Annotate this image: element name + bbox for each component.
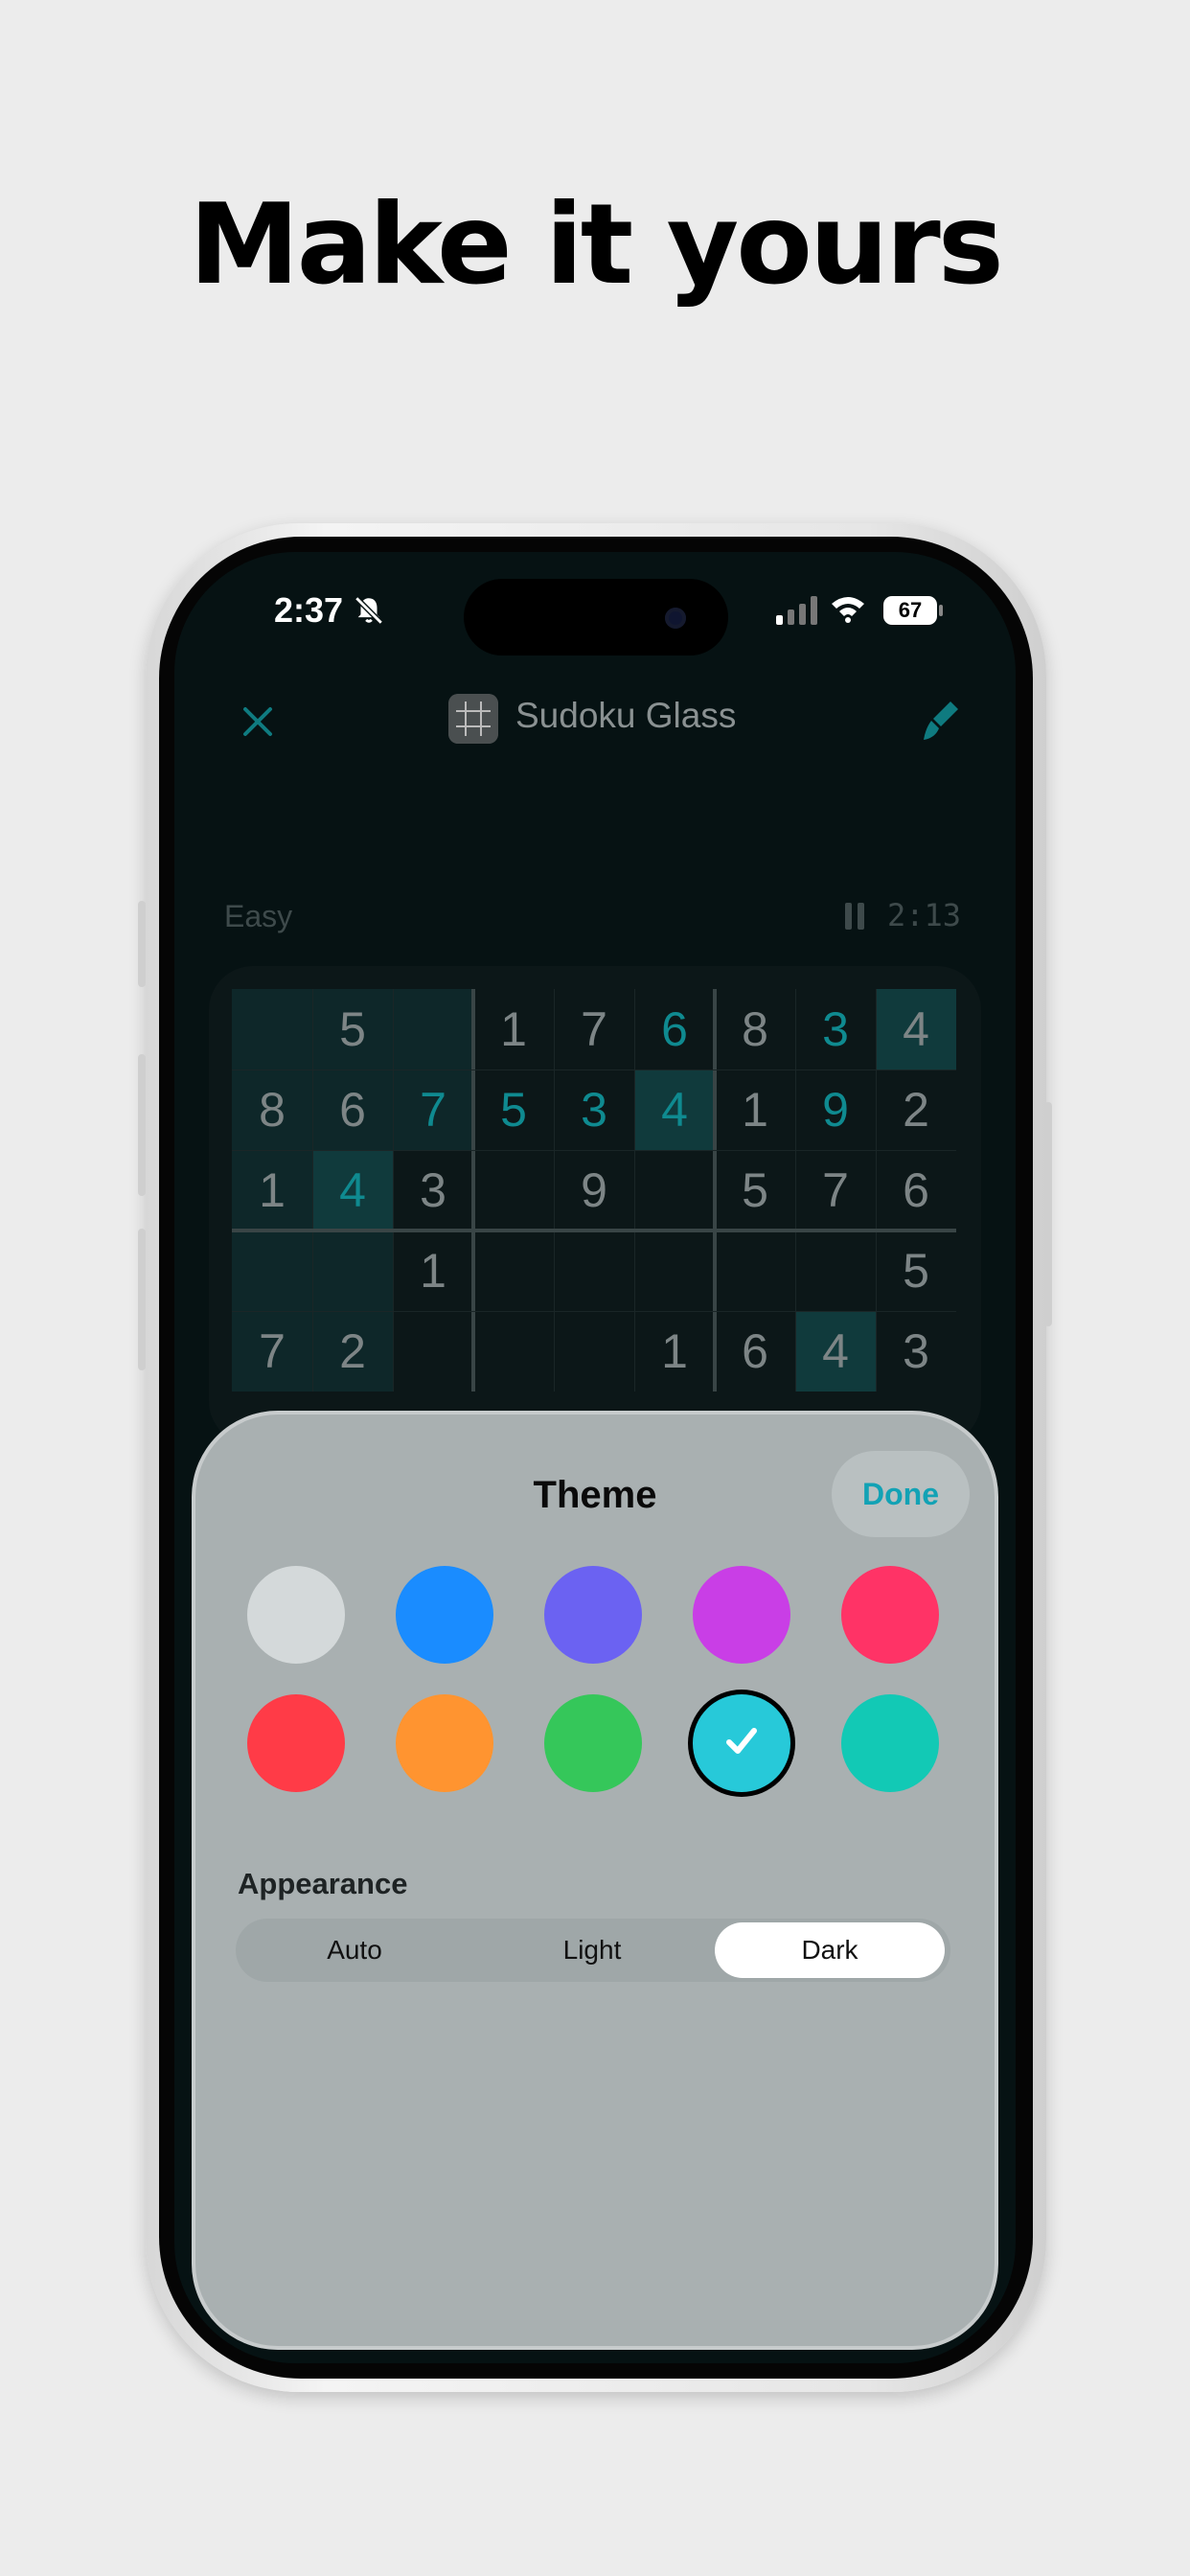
paintbrush-icon[interactable] (912, 694, 966, 748)
wifi-icon (832, 597, 864, 623)
volume-down-button (138, 1229, 146, 1370)
appearance-option-auto[interactable]: Auto (240, 1922, 469, 1978)
status-time: 2:37 (274, 590, 344, 630)
grid-cell[interactable]: 1 (715, 1070, 795, 1150)
grid-cell[interactable]: 1 (473, 989, 554, 1070)
grid-cell[interactable] (473, 1230, 554, 1311)
grid-line (554, 989, 555, 1392)
difficulty-label: Easy (224, 899, 293, 933)
grid-cell[interactable]: 5 (876, 1230, 956, 1311)
grid-line (232, 1150, 956, 1151)
grid-cell[interactable]: 7 (554, 989, 634, 1070)
grid-cell[interactable]: 3 (554, 1070, 634, 1150)
volume-up-button (138, 1054, 146, 1196)
grid-cell[interactable]: 5 (715, 1150, 795, 1230)
power-button (1044, 1102, 1052, 1326)
grid-cell[interactable]: 3 (876, 1311, 956, 1392)
grid-cell[interactable]: 9 (554, 1150, 634, 1230)
sudoku-grid-icon (448, 694, 498, 744)
grid-cell[interactable]: 6 (876, 1150, 956, 1230)
theme-color-swatch[interactable] (396, 1694, 493, 1792)
grid-cell[interactable]: 1 (634, 1311, 715, 1392)
theme-color-swatch[interactable] (544, 1566, 642, 1664)
grid-cell[interactable]: 4 (795, 1311, 876, 1392)
grid-cell[interactable]: 7 (393, 1070, 473, 1150)
grid-cell[interactable]: 3 (393, 1150, 473, 1230)
bell-slash-icon (355, 596, 383, 625)
grid-cell[interactable] (393, 989, 473, 1070)
grid-line (232, 1311, 956, 1312)
grid-cell[interactable]: 2 (876, 1070, 956, 1150)
grid-cell[interactable]: 3 (795, 989, 876, 1070)
grid-cell[interactable]: 1 (232, 1150, 312, 1230)
theme-color-swatch[interactable] (544, 1694, 642, 1792)
app-title: Sudoku Glass (515, 696, 737, 735)
theme-color-swatch[interactable] (396, 1566, 493, 1664)
sudoku-grid[interactable]: 5176834867534192143957615721643 (232, 989, 956, 1392)
grid-line (795, 989, 796, 1392)
checkmark-icon (726, 1728, 757, 1754)
grid-cell[interactable]: 4 (634, 1070, 715, 1150)
grid-cell[interactable]: 9 (795, 1070, 876, 1150)
grid-cell[interactable]: 6 (312, 1070, 393, 1150)
grid-cell[interactable]: 7 (795, 1150, 876, 1230)
grid-cell[interactable] (634, 1230, 715, 1311)
grid-cell[interactable]: 7 (232, 1311, 312, 1392)
battery-icon: 67 (883, 596, 937, 625)
done-button[interactable]: Done (832, 1451, 970, 1537)
theme-color-swatch[interactable] (693, 1566, 790, 1664)
grid-cell[interactable]: 8 (232, 1070, 312, 1150)
theme-color-swatch[interactable] (693, 1694, 790, 1792)
action-button (138, 901, 146, 987)
grid-line (312, 989, 313, 1392)
grid-cell[interactable] (715, 1230, 795, 1311)
grid-cell[interactable]: 4 (876, 989, 956, 1070)
grid-line (471, 989, 475, 1392)
theme-color-swatch[interactable] (841, 1566, 939, 1664)
grid-cell[interactable] (554, 1230, 634, 1311)
grid-cell[interactable] (312, 1230, 393, 1311)
grid-cell[interactable] (393, 1311, 473, 1392)
headline: Make it yours (189, 180, 1004, 310)
grid-cell[interactable] (232, 989, 312, 1070)
grid-line (634, 989, 635, 1392)
grid-line (232, 1229, 956, 1232)
grid-line (713, 989, 717, 1392)
grid-cell[interactable] (634, 1150, 715, 1230)
battery-nub (939, 605, 943, 616)
dynamic-island (464, 579, 728, 656)
grid-cell[interactable]: 1 (393, 1230, 473, 1311)
grid-cell[interactable]: 2 (312, 1311, 393, 1392)
signal-icon (776, 596, 817, 625)
theme-color-swatch[interactable] (841, 1694, 939, 1792)
theme-color-swatch[interactable] (247, 1566, 345, 1664)
theme-sheet: Theme Done Appearance Auto Light Dark (192, 1411, 998, 2350)
grid-cell[interactable]: 5 (473, 1070, 554, 1150)
phone-screen: 2:37 67 Sudoku Glass Easy 2:13 5 1 7 6 8… (174, 552, 1016, 2363)
grid-cell[interactable]: 6 (715, 1311, 795, 1392)
grid-cell[interactable]: 8 (715, 989, 795, 1070)
grid-cell[interactable]: 6 (634, 989, 715, 1070)
appearance-option-light[interactable]: Light (477, 1922, 707, 1978)
pause-icon[interactable] (845, 903, 866, 930)
theme-color-swatch[interactable] (247, 1694, 345, 1792)
grid-cell[interactable]: 5 (312, 989, 393, 1070)
grid-cell[interactable] (473, 1150, 554, 1230)
grid-cell[interactable] (795, 1230, 876, 1311)
appearance-segmented-control: Auto Light Dark (236, 1919, 950, 1982)
grid-cell[interactable]: 4 (312, 1150, 393, 1230)
appearance-option-dark[interactable]: Dark (715, 1922, 945, 1978)
game-timer: 2:13 (887, 897, 962, 933)
appearance-label: Appearance (238, 1867, 408, 1900)
grid-cell[interactable] (232, 1230, 312, 1311)
close-icon[interactable] (232, 696, 284, 748)
grid-cell[interactable] (554, 1311, 634, 1392)
grid-cell[interactable] (473, 1311, 554, 1392)
grid-line (876, 989, 877, 1392)
grid-line (393, 989, 394, 1392)
